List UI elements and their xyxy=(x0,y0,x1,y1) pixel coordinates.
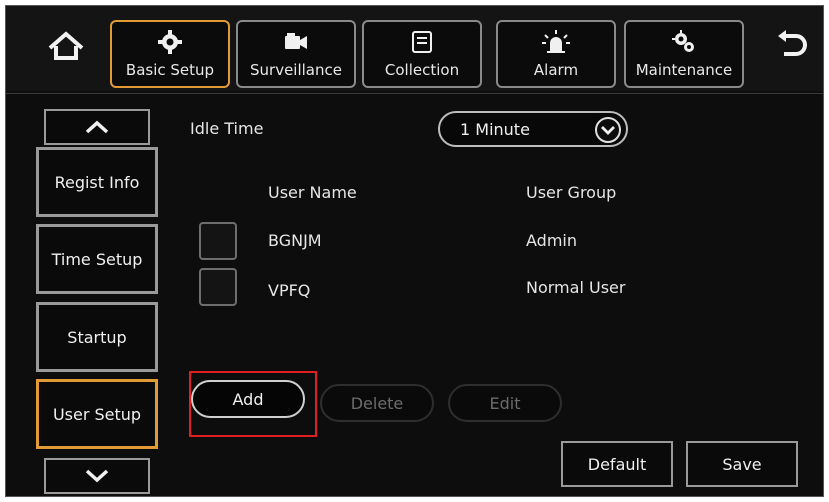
storage-icon xyxy=(412,31,432,53)
tab-maintenance[interactable]: Maintenance xyxy=(624,20,744,88)
idle-time-value: 1 Minute xyxy=(460,120,530,139)
back-arrow-icon xyxy=(778,30,807,56)
user-name-cell: VPFQ xyxy=(268,281,311,300)
idle-time-select[interactable]: 1 Minute xyxy=(438,111,628,147)
user-group-cell: Normal User xyxy=(526,278,626,297)
chevron-down-circle-icon xyxy=(595,117,621,143)
default-button[interactable]: Default xyxy=(561,441,673,487)
add-button-label: Add xyxy=(232,389,264,409)
edit-button[interactable]: Edit xyxy=(448,384,562,422)
user-group-cell: Admin xyxy=(526,231,577,250)
tab-label: Basic Setup xyxy=(125,61,215,79)
tab-label: Surveillance xyxy=(250,61,342,79)
user-row-checkbox[interactable] xyxy=(199,268,237,306)
scroll-up-button[interactable] xyxy=(44,109,150,145)
save-button[interactable]: Save xyxy=(686,441,798,487)
tab-basic-setup[interactable]: Basic Setup xyxy=(110,20,230,88)
idle-time-label: Idle Time xyxy=(190,119,264,138)
home-icon xyxy=(48,31,84,60)
edit-button-label: Edit xyxy=(489,393,521,413)
sidebar-item-regist-info[interactable]: Regist Info xyxy=(36,147,158,217)
tab-label: Alarm xyxy=(533,61,579,79)
user-name-cell: BGNJM xyxy=(268,231,322,250)
camera-icon xyxy=(285,33,307,49)
column-header-user-group: User Group xyxy=(526,183,617,202)
sidebar-item-label: Regist Info xyxy=(54,172,140,192)
tab-label: Maintenance xyxy=(635,61,733,79)
sidebar-item-label: Time Setup xyxy=(51,249,143,269)
back-button[interactable] xyxy=(770,24,814,68)
device-window: Basic Setup Surveillance Collection Alar… xyxy=(5,5,824,497)
scroll-down-button[interactable] xyxy=(44,458,150,494)
tab-alarm[interactable]: Alarm xyxy=(496,20,616,88)
home-button[interactable] xyxy=(44,24,88,68)
add-button[interactable]: Add xyxy=(191,380,305,418)
default-button-label: Default xyxy=(587,454,647,474)
tab-label: Collection xyxy=(384,61,460,79)
column-header-user-name: User Name xyxy=(268,183,357,202)
sidebar-item-label: Startup xyxy=(67,327,127,347)
sidebar-item-user-setup[interactable]: User Setup xyxy=(36,379,158,449)
sidebar-item-label: User Setup xyxy=(52,404,142,424)
delete-button-label: Delete xyxy=(350,393,404,413)
save-button-label: Save xyxy=(722,454,762,474)
sidebar-item-time-setup[interactable]: Time Setup xyxy=(36,224,158,294)
user-row-checkbox[interactable] xyxy=(199,222,237,260)
maintenance-gear-icon xyxy=(672,30,694,52)
top-menu-bar: Basic Setup Surveillance Collection Alar… xyxy=(6,6,823,91)
tab-surveillance[interactable]: Surveillance xyxy=(236,20,356,88)
gear-icon xyxy=(158,30,182,54)
tab-collection[interactable]: Collection xyxy=(362,20,482,88)
sidebar-item-startup[interactable]: Startup xyxy=(36,302,158,372)
chevron-up-icon xyxy=(85,120,109,134)
siren-icon xyxy=(542,30,570,53)
delete-button[interactable]: Delete xyxy=(320,384,434,422)
chevron-down-icon xyxy=(85,469,109,483)
